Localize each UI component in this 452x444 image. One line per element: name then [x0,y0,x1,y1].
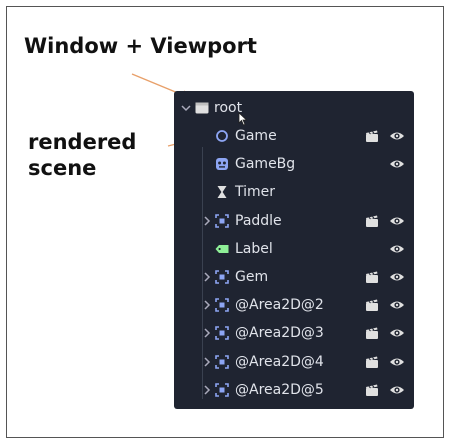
tree-label: @Area2D@3 [235,325,324,342]
mouse-cursor-icon [238,112,248,126]
tree-label: Paddle [235,212,282,229]
tree-label: Game [235,128,277,144]
sprite-icon [216,158,228,171]
clapperboard-icon[interactable] [365,383,379,397]
tree-row-root[interactable]: root [174,94,414,122]
tree-row[interactable]: @Area2D@4 [174,348,414,376]
rendered-scene-annotation: rendered scene [28,130,137,180]
tree-label: Gem [235,269,269,285]
tree-label: Timer [235,184,276,201]
eye-icon[interactable] [389,271,405,283]
clapperboard-icon[interactable] [365,214,379,228]
clapperboard-icon[interactable] [365,326,379,340]
label-icon [215,244,229,253]
node2d-icon [216,130,228,142]
eye-icon[interactable] [389,215,405,227]
eye-icon[interactable] [389,130,405,142]
eye-icon[interactable] [389,299,405,311]
tree-row[interactable]: Gem [174,263,414,291]
timer-icon [217,186,227,199]
chevron-right-icon[interactable] [201,299,213,311]
tree-row[interactable]: @Area2D@5 [174,376,414,404]
clapperboard-icon[interactable] [365,298,379,312]
area2d-icon [215,382,229,397]
area2d-icon [215,270,229,284]
area2d-icon [215,326,229,341]
tree-label: @Area2D@2 [235,297,324,314]
area2d-icon [215,213,229,228]
chevron-right-icon[interactable] [201,327,213,339]
tree-row[interactable]: GameBg [174,150,414,178]
tree-label: GameBg [235,156,296,173]
window-viewport-annotation: Window + Viewport [24,34,257,58]
tree-row[interactable]: @Area2D@2 [174,291,414,319]
eye-icon[interactable] [389,158,405,170]
eye-icon[interactable] [389,384,405,396]
tree-row[interactable]: Game [174,122,414,150]
chevron-down-icon[interactable] [180,102,192,114]
chevron-right-icon[interactable] [201,356,213,368]
chevron-right-icon[interactable] [201,384,213,396]
tree-row[interactable]: Timer [174,178,414,206]
chevron-right-icon[interactable] [201,215,213,227]
tree-row[interactable]: Label [174,235,414,263]
scene-tree-panel: root Game GameBg Timer Paddle Label Gem @Area2… [174,91,414,409]
clapperboard-icon[interactable] [365,355,379,369]
tree-row[interactable]: Paddle [174,207,414,235]
tree-row[interactable]: @Area2D@3 [174,319,414,347]
area2d-icon [215,354,229,369]
clapperboard-icon[interactable] [365,129,379,143]
clapperboard-icon[interactable] [365,270,379,284]
eye-icon[interactable] [389,356,405,368]
tree-label: Label [235,240,273,257]
area2d-icon [215,298,229,312]
node-icon [195,102,209,114]
tree-label: @Area2D@4 [235,353,324,370]
tree-label: @Area2D@5 [235,381,324,398]
eye-icon[interactable] [389,243,405,255]
eye-icon[interactable] [389,327,405,339]
chevron-right-icon[interactable] [201,271,213,283]
